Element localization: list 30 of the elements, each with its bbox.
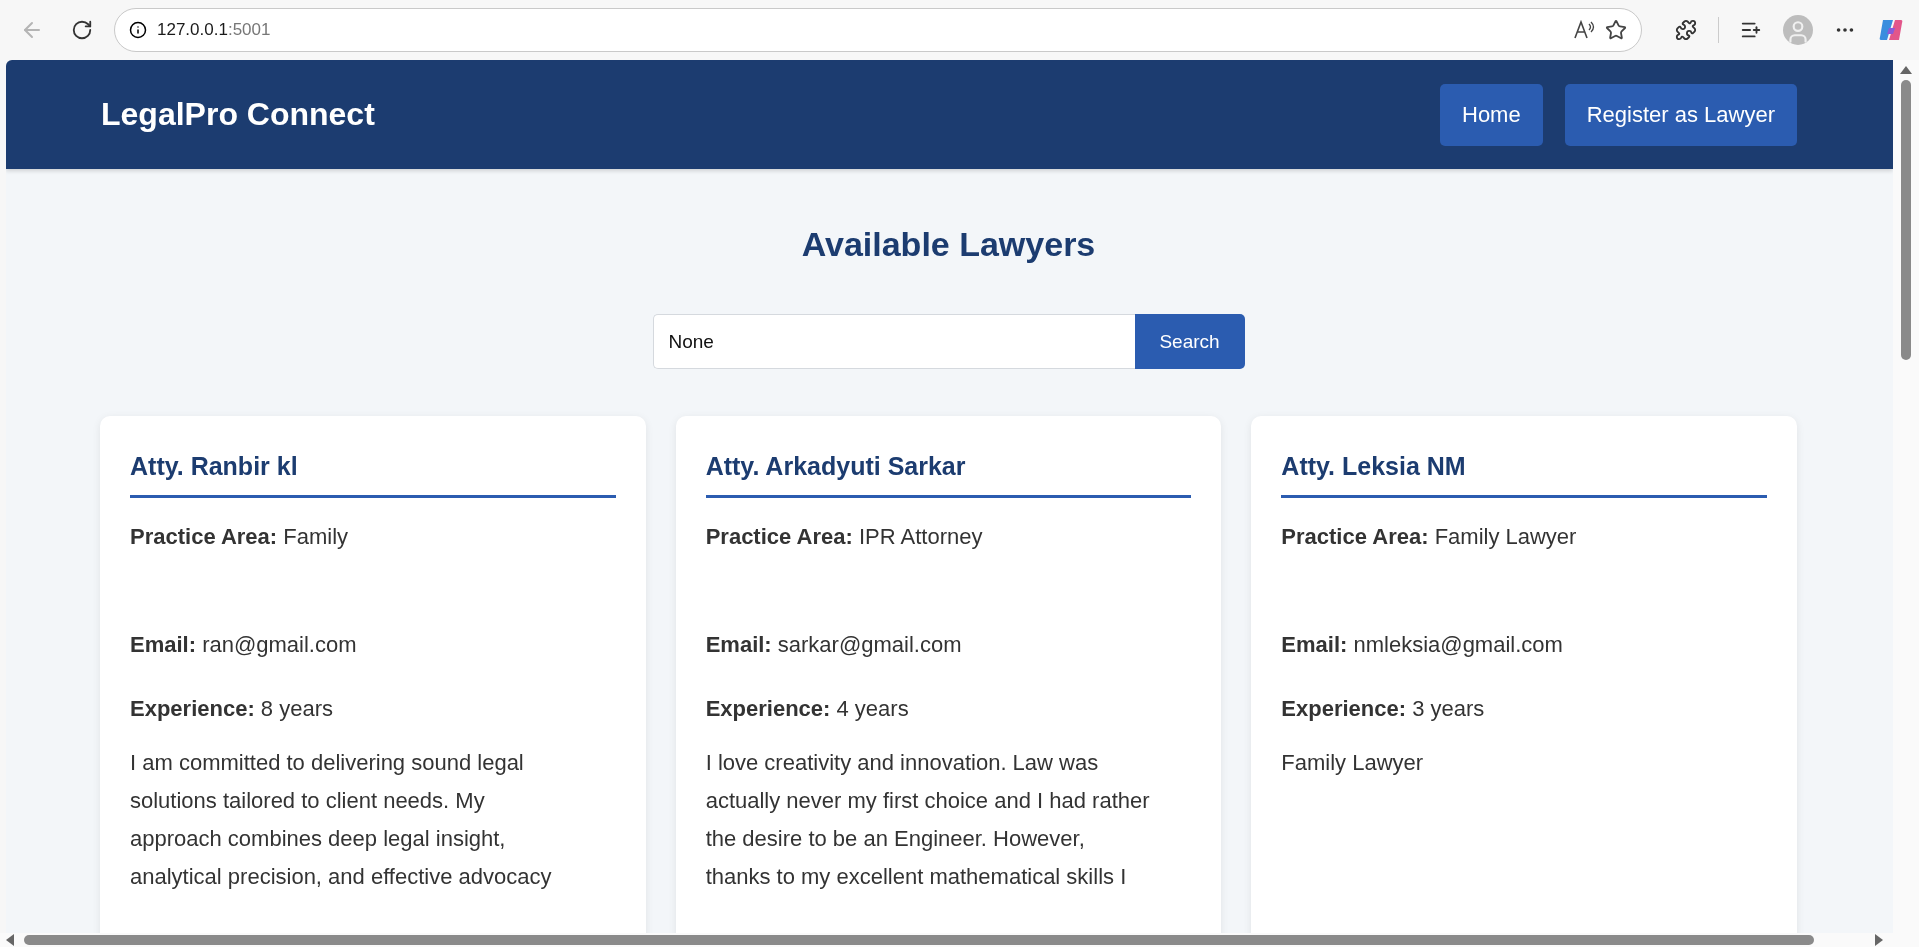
lawyer-name: Atty. Ranbir kl <box>130 438 616 498</box>
read-aloud-icon[interactable] <box>1573 20 1595 40</box>
scroll-left-icon[interactable] <box>6 934 14 946</box>
page-title: Available Lawyers <box>801 225 1096 264</box>
nav-button[interactable]: Home <box>1440 83 1543 146</box>
lawyer-bio: I am committed to delivering sound legal solutions tailored to client needs. My approach combines deep legal insight, analytical precision, and effective advocacy <box>130 749 553 891</box>
practice-area-text: Practice Area: Family <box>130 524 350 550</box>
lawyer-name: Atty. Leksia NM <box>1281 438 1767 498</box>
horizontal-scrollbar-thumb[interactable] <box>24 935 1814 945</box>
email-text: Email: ran@gmail.com <box>130 632 358 658</box>
scroll-right-icon[interactable] <box>1875 934 1883 946</box>
info-icon[interactable] <box>129 21 147 39</box>
email-text: Email: nmleksia@gmail.com <box>1281 632 1564 658</box>
experience-text: Experience: 4 years <box>705 696 910 722</box>
search-button[interactable]: Search <box>1134 314 1245 369</box>
vertical-scrollbar-thumb[interactable] <box>1901 80 1911 360</box>
experience-text: Experience: 8 years <box>130 696 334 722</box>
lawyer-bio: I love creativity and innovation. Law was actually never my first choice and I had rather the desire to be an Engineer. However, thanks to my excellent mathematical skills I <box>705 749 1151 891</box>
experience-text: Experience: 3 years <box>1281 696 1486 722</box>
lawyer-name: Atty. Arkadyuti Sarkar <box>705 438 1192 498</box>
email-text: Email: sarkar@gmail.com <box>705 632 963 658</box>
search-field[interactable]: None <box>652 314 1135 369</box>
scroll-up-icon[interactable] <box>1900 66 1912 74</box>
site-logo-text: LegalPro Connect <box>101 96 375 133</box>
nav-button[interactable]: Register as Lawyer <box>1564 83 1797 146</box>
practice-area-text: Practice Area: IPR Attorney <box>705 524 984 550</box>
practice-area-text: Practice Area: Family Lawyer <box>1281 524 1578 550</box>
favorite-star-icon[interactable] <box>1605 19 1627 41</box>
address-field[interactable]: 127.0.0.1:5001 <box>114 8 1642 52</box>
lawyer-bio: Family Lawyer <box>1281 749 1425 777</box>
